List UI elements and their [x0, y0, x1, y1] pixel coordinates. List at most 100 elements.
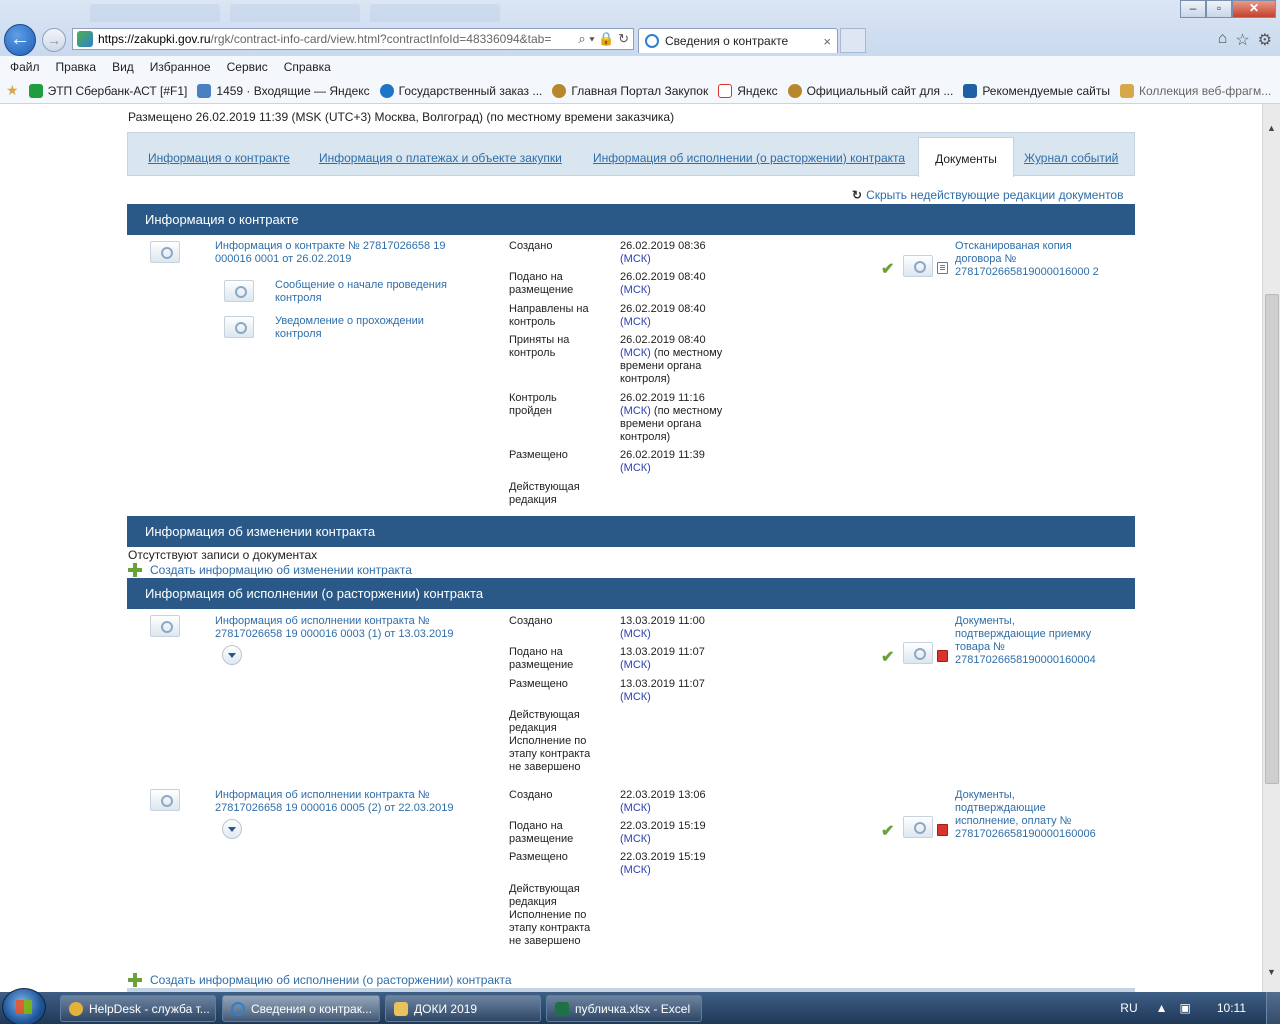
fav-item[interactable]: ЭТП Сбербанк-АСТ [#F1] [28, 83, 187, 98]
pdf-file-icon [937, 824, 948, 836]
clock[interactable]: 10:11 [1217, 1001, 1246, 1015]
attachment-link[interactable]: Отсканированая копия договора № 27817026… [955, 240, 1105, 279]
minimize-button[interactable]: – [1180, 0, 1206, 18]
webslice-icon [1120, 83, 1135, 98]
document-seal-icon[interactable] [903, 816, 933, 838]
fav-item[interactable]: Яндекс [718, 83, 778, 98]
menu-favorites[interactable]: Избранное [150, 60, 211, 74]
fav-item[interactable]: 1459 · Входящие — Яндекс [197, 83, 370, 98]
taskbar-item-helpdesk[interactable]: HelpDesk - служба т... [60, 995, 216, 1022]
document-seal-icon[interactable] [150, 241, 180, 263]
new-tab-button[interactable] [840, 28, 866, 53]
background-tabs [90, 4, 530, 24]
create-execution-link[interactable]: Создать информацию об исполнении (о раст… [128, 973, 512, 987]
execution-doc-link[interactable]: Информация об исполнении контракта № 278… [215, 789, 465, 815]
sberbank-icon [28, 83, 43, 98]
site-favicon-icon [77, 31, 93, 47]
ie-icon [231, 1001, 245, 1016]
status-label: Подано на размещение [509, 820, 574, 845]
tray-arrow-icon[interactable]: ▲ [1156, 1001, 1168, 1015]
contract-doc-link[interactable]: Информация о контракте № 27817026658 19 … [215, 240, 455, 266]
taskbar-item-ie[interactable]: Сведения о контрак... [222, 995, 380, 1022]
document-seal-icon[interactable] [150, 615, 180, 637]
taskbar-item-excel[interactable]: публичка.xlsx - Excel [546, 995, 702, 1022]
scroll-thumb[interactable] [1265, 294, 1279, 784]
document-seal-icon[interactable] [903, 642, 933, 664]
scroll-up-icon[interactable]: ▲ [1263, 120, 1280, 137]
tab-title: Сведения о контракте [665, 34, 789, 48]
start-button[interactable] [2, 988, 46, 1024]
menu-file[interactable]: Файл [10, 60, 40, 74]
address-bar[interactable]: https://zakupki.gov.ru/rgk/contract-info… [72, 28, 634, 50]
maximize-button[interactable]: ▫ [1206, 0, 1232, 18]
emblem-icon [787, 83, 802, 98]
plus-icon [128, 563, 142, 577]
favorites-star-icon[interactable]: ★ [6, 82, 19, 99]
tab-event-log[interactable]: Журнал событий [1024, 151, 1118, 165]
menu-tools[interactable]: Сервис [227, 60, 268, 74]
hide-inactive-link[interactable]: ↻ Скрыть недействующие редакции документо… [852, 188, 1123, 202]
menu-edit[interactable]: Правка [56, 60, 97, 74]
taskbar-item-folder[interactable]: ДОКИ 2019 [385, 995, 541, 1022]
attachment-link[interactable]: Документы, подтверждающие приемку товара… [955, 615, 1105, 667]
status-label: Создано [509, 789, 553, 801]
favorites-star-icon[interactable]: ☆ [1235, 30, 1249, 50]
excel-icon [555, 1001, 569, 1016]
show-desktop-button[interactable] [1266, 992, 1280, 1024]
tab-contract-info[interactable]: Сведения о контракте × [638, 28, 838, 53]
fav-item[interactable]: Государственный заказ ... [379, 83, 542, 98]
expand-chevron-icon[interactable] [222, 645, 242, 665]
ie-icon [645, 34, 659, 48]
document-seal-icon[interactable] [903, 255, 933, 277]
control-start-link[interactable]: Сообщение о начале проведения контроля [275, 279, 455, 305]
create-change-link[interactable]: Создать информацию об изменении контракт… [128, 563, 412, 577]
address-tools-icons[interactable]: ⌕ ▾ 🔒 ↻ [574, 31, 633, 47]
folder-icon [394, 1001, 408, 1016]
status-label: Действующая редакция Исполнение по этапу… [509, 883, 591, 947]
status-label: Контроль пройден [509, 392, 557, 417]
check-icon: ✔ [881, 649, 895, 666]
tab-documents[interactable]: Документы [918, 137, 1014, 177]
fav-item[interactable]: Рекомендуемые сайты [963, 83, 1110, 98]
page-content: Размещено 26.02.2019 11:39 (MSK (UTC+3) … [0, 104, 1262, 992]
close-window-button[interactable]: ✕ [1232, 0, 1276, 18]
control-pass-link[interactable]: Уведомление о прохождении контроля [275, 315, 455, 341]
back-button[interactable]: ← [4, 24, 36, 56]
fav-item[interactable]: Коллекция веб-фрагм... [1120, 83, 1271, 98]
document-seal-icon[interactable] [150, 789, 180, 811]
fav-item[interactable]: Официальный сайт для ... [787, 83, 953, 98]
browser-chrome: – ▫ ✕ ← → https://zakupki.gov.ru/rgk/con… [0, 0, 1280, 56]
fav-item[interactable]: Главная Портал Закупок [552, 83, 708, 98]
language-indicator[interactable]: RU [1120, 1001, 1137, 1015]
status-label: Действующая редакция Исполнение по этапу… [509, 709, 591, 773]
section-changes-header: Информация об изменении контракта [127, 516, 1135, 547]
status-value: 13.03.2019 11:00 (МСК) [620, 615, 705, 640]
status-value: 26.02.2019 08:40 (МСК) [620, 303, 706, 328]
status-label: Создано [509, 240, 553, 252]
menu-view[interactable]: Вид [112, 60, 134, 74]
settings-gear-icon[interactable]: ⚙ [1258, 30, 1272, 50]
document-seal-icon[interactable] [224, 280, 254, 302]
attachment-link[interactable]: Документы, подтверждающие исполнение, оп… [955, 789, 1105, 841]
home-icon[interactable]: ⌂ [1218, 30, 1228, 50]
url-text[interactable]: https://zakupki.gov.ru/rgk/contract-info… [98, 32, 574, 46]
network-icon[interactable]: ▣ [1180, 1001, 1191, 1015]
menu-help[interactable]: Справка [284, 60, 331, 74]
expand-chevron-icon[interactable] [222, 819, 242, 839]
scroll-down-icon[interactable]: ▼ [1263, 964, 1280, 981]
vertical-scrollbar[interactable]: ▲ ▼ [1262, 104, 1280, 992]
taskbar: HelpDesk - служба т... Сведения о контра… [0, 988, 1280, 1024]
section-execution-header: Информация об исполнении (о расторжении)… [127, 578, 1135, 609]
favorites-bar: ★ ЭТП Сбербанк-АСТ [#F1] 1459 · Входящие… [0, 78, 1280, 104]
contract-tabs: Информация о контракте Информация о плат… [127, 132, 1135, 177]
forward-button[interactable]: → [42, 28, 66, 52]
bing-icon [963, 83, 978, 98]
status-label: Подано на размещение [509, 271, 574, 296]
globe-icon [379, 83, 394, 98]
document-seal-icon[interactable] [224, 316, 254, 338]
execution-doc-link[interactable]: Информация об исполнении контракта № 278… [215, 615, 465, 641]
tab-contract-info[interactable]: Информация о контракте [148, 151, 290, 165]
tab-execution[interactable]: Информация об исполнении (о расторжении)… [593, 151, 905, 165]
tab-payments[interactable]: Информация о платежах и объекте закупки [319, 151, 562, 165]
tab-close-icon[interactable]: × [823, 34, 837, 49]
